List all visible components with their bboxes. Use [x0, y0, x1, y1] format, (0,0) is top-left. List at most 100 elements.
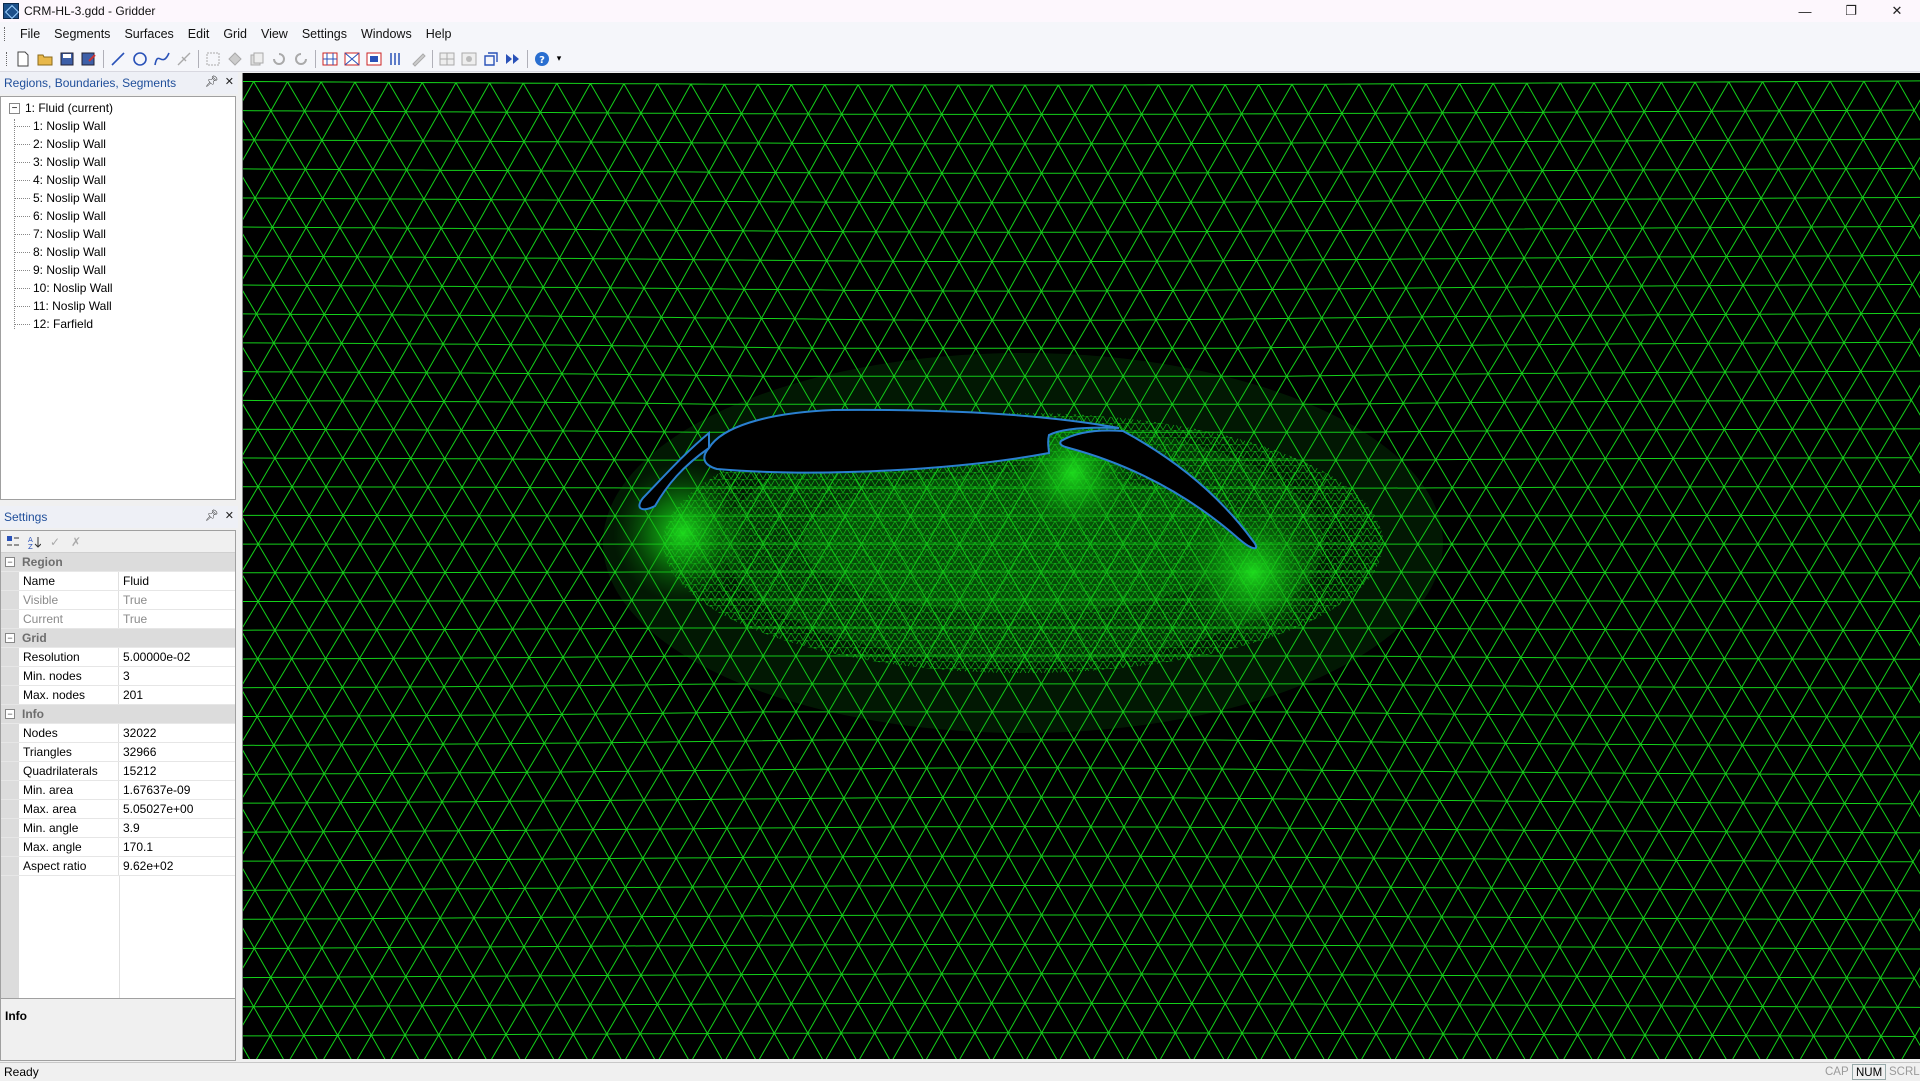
region-tree[interactable]: − 1: Fluid (current) 1: Noslip Wall 2: No…: [0, 96, 236, 500]
refine-grid-icon[interactable]: [343, 50, 361, 68]
split-segment-icon[interactable]: [175, 50, 193, 68]
property-value[interactable]: 32022: [119, 724, 235, 742]
property-category[interactable]: − Info: [1, 705, 235, 724]
tree-item[interactable]: 10: Noslip Wall: [1, 279, 235, 297]
boundary-layer-icon[interactable]: [387, 50, 405, 68]
property-name: Triangles: [19, 743, 119, 761]
tree-item[interactable]: 6: Noslip Wall: [1, 207, 235, 225]
property-value[interactable]: 9.62e+02: [119, 857, 235, 875]
property-value[interactable]: Fluid: [119, 572, 235, 590]
property-row[interactable]: Min. angle 3.9: [1, 819, 235, 838]
open-folder-icon[interactable]: [36, 50, 54, 68]
property-row[interactable]: Triangles 32966: [1, 743, 235, 762]
toolbar-overflow-icon[interactable]: ▾: [555, 50, 563, 68]
close-button[interactable]: ✕: [1874, 0, 1920, 22]
property-value[interactable]: 15212: [119, 762, 235, 780]
property-value[interactable]: 170.1: [119, 838, 235, 856]
menu-settings[interactable]: Settings: [295, 22, 354, 46]
property-row[interactable]: Max. area 5.05027e+00: [1, 800, 235, 819]
property-value[interactable]: 5.05027e+00: [119, 800, 235, 818]
menu-view[interactable]: View: [254, 22, 295, 46]
mesh-canvas[interactable]: [243, 73, 1920, 1059]
property-category[interactable]: − Region: [1, 553, 235, 572]
close-panel-icon[interactable]: ✕: [225, 75, 234, 88]
sort-alpha-icon[interactable]: AZ: [25, 533, 43, 551]
tree-item[interactable]: 2: Noslip Wall: [1, 135, 235, 153]
undo-icon[interactable]: [270, 50, 288, 68]
tree-item-label: 1: Noslip Wall: [33, 119, 106, 133]
select-icon[interactable]: [204, 50, 222, 68]
clear-grid-icon[interactable]: [409, 50, 427, 68]
property-row[interactable]: Min. area 1.67637e-09: [1, 781, 235, 800]
pin-icon[interactable]: 📌︎: [205, 75, 219, 88]
new-file-icon[interactable]: [14, 50, 32, 68]
view-3d-icon[interactable]: [482, 50, 500, 68]
redo-icon[interactable]: [292, 50, 310, 68]
generate-grid-icon[interactable]: [321, 50, 339, 68]
rotate-icon[interactable]: [226, 50, 244, 68]
tree-item[interactable]: 5: Noslip Wall: [1, 189, 235, 207]
tree-item[interactable]: 8: Noslip Wall: [1, 243, 235, 261]
property-value[interactable]: 201: [119, 686, 235, 704]
collapse-icon[interactable]: −: [5, 557, 15, 567]
menu-surfaces[interactable]: Surfaces: [117, 22, 180, 46]
toolbar-grip-icon[interactable]: [6, 51, 10, 66]
property-value[interactable]: 3.9: [119, 819, 235, 837]
menu-edit[interactable]: Edit: [181, 22, 217, 46]
show-nodes-icon[interactable]: [460, 50, 478, 68]
menu-windows[interactable]: Windows: [354, 22, 419, 46]
property-category[interactable]: − Grid: [1, 629, 235, 648]
property-row[interactable]: Resolution 5.00000e-02: [1, 648, 235, 667]
tree-item[interactable]: 3: Noslip Wall: [1, 153, 235, 171]
menu-grip[interactable]: [4, 27, 7, 41]
tree-item[interactable]: 11: Noslip Wall: [1, 297, 235, 315]
tree-root-item[interactable]: − 1: Fluid (current): [1, 99, 235, 117]
property-value[interactable]: 3: [119, 667, 235, 685]
quad-grid-icon[interactable]: [365, 50, 383, 68]
save-as-icon[interactable]: [80, 50, 98, 68]
tree-item[interactable]: 9: Noslip Wall: [1, 261, 235, 279]
tree-item[interactable]: 7: Noslip Wall: [1, 225, 235, 243]
app-icon[interactable]: [3, 3, 19, 19]
property-row[interactable]: Quadrilaterals 15212: [1, 762, 235, 781]
curve-tool-icon[interactable]: [153, 50, 171, 68]
property-row[interactable]: Visible True: [1, 591, 235, 610]
tree-item[interactable]: 4: Noslip Wall: [1, 171, 235, 189]
circle-tool-icon[interactable]: [131, 50, 149, 68]
property-row[interactable]: Min. nodes 3: [1, 667, 235, 686]
close-panel-icon[interactable]: ✕: [225, 509, 234, 522]
menu-segments[interactable]: Segments: [47, 22, 117, 46]
line-tool-icon[interactable]: [109, 50, 127, 68]
menu-help[interactable]: Help: [419, 22, 459, 46]
maximize-button[interactable]: ❐: [1828, 0, 1874, 22]
menu-file[interactable]: File: [13, 22, 47, 46]
collapse-icon[interactable]: −: [9, 102, 20, 114]
minimize-button[interactable]: —: [1782, 0, 1828, 22]
menu-grid[interactable]: Grid: [216, 22, 254, 46]
copy-icon[interactable]: [248, 50, 266, 68]
property-value[interactable]: 1.67637e-09: [119, 781, 235, 799]
property-value[interactable]: 5.00000e-02: [119, 648, 235, 666]
fast-forward-icon[interactable]: [504, 50, 522, 68]
pin-icon[interactable]: 📌︎: [205, 509, 219, 522]
property-row[interactable]: Aspect ratio 9.62e+02: [1, 857, 235, 876]
property-row[interactable]: Name Fluid: [1, 572, 235, 591]
apply-icon[interactable]: ✓: [46, 533, 64, 551]
help-icon[interactable]: ?: [533, 50, 551, 68]
property-row[interactable]: Max. angle 170.1: [1, 838, 235, 857]
collapse-icon[interactable]: −: [5, 709, 15, 719]
tree-panel-header: Regions, Boundaries, Segments 📌︎ ✕: [0, 72, 238, 94]
categorized-icon[interactable]: [4, 533, 22, 551]
property-row[interactable]: Current True: [1, 610, 235, 629]
property-row[interactable]: Nodes 32022: [1, 724, 235, 743]
property-value[interactable]: 32966: [119, 743, 235, 761]
save-icon[interactable]: [58, 50, 76, 68]
show-mesh-icon[interactable]: [438, 50, 456, 68]
tree-item[interactable]: 1: Noslip Wall: [1, 117, 235, 135]
mesh-view[interactable]: [242, 73, 1920, 1059]
collapse-icon[interactable]: −: [5, 633, 15, 643]
tree-item[interactable]: 12: Farfield: [1, 315, 235, 333]
cancel-icon[interactable]: ✗: [67, 533, 85, 551]
property-row[interactable]: Max. nodes 201: [1, 686, 235, 705]
toolbar: ? ▾: [0, 46, 1920, 72]
